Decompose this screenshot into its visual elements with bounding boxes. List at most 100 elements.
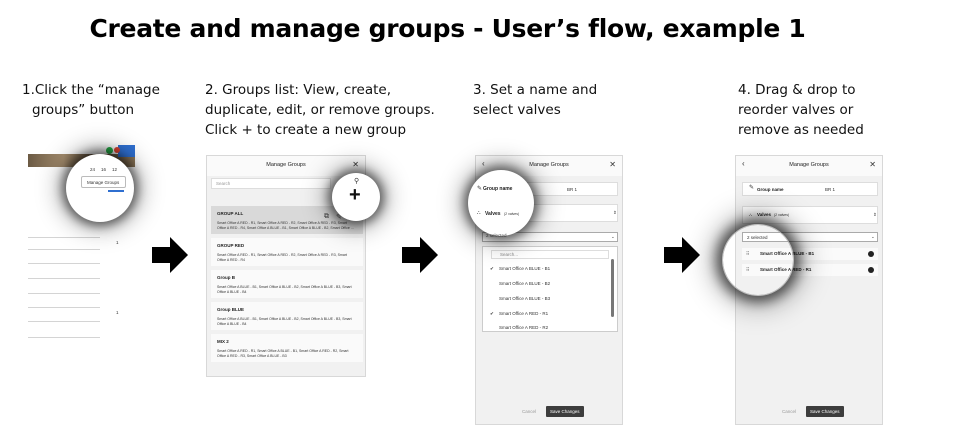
- group-desc-5b: Office A RED - R3, Smart Office A BLUE -…: [217, 354, 287, 358]
- group-name-4: Group BLUE: [217, 307, 244, 312]
- group-name-5: MIX 2: [217, 339, 229, 344]
- step-1-magnifier: 24 16 12 Manage Groups: [68, 156, 132, 220]
- sort-icon: ⇕: [873, 212, 877, 217]
- group-desc-5a: Smart Office A RED - R1, Smart Office A …: [217, 349, 349, 353]
- flow-arrow-1-icon: [152, 237, 188, 273]
- step-4-line-1: 4. Drag & drop to: [738, 82, 856, 98]
- flow-arrow-2-icon: [402, 237, 438, 273]
- row-counter: 1: [116, 240, 119, 245]
- step-2-line-1: 2. Groups list: View, create,: [205, 82, 392, 98]
- step-2-caption: 2. Groups list: View, create, duplicate,…: [205, 80, 435, 140]
- duplicate-icon[interactable]: ⧉: [324, 213, 329, 221]
- step-3-line-1: 3. Set a name and: [473, 82, 598, 98]
- valve-option-label-1: Smart Office A BLUE - B1: [499, 266, 551, 271]
- manage-groups-button[interactable]: Manage Groups: [81, 176, 126, 188]
- valve-option-1[interactable]: ✔ Smart Office A BLUE - B1: [483, 263, 613, 275]
- valves-count: (2 valves): [504, 212, 520, 216]
- step-1-line-1: 1.Click the “manage: [22, 82, 160, 98]
- check-icon: ✔: [490, 311, 494, 316]
- step-2-line-2: duplicate, edit, or remove groups.: [205, 102, 435, 118]
- reorder-header-title: Manage Groups: [789, 162, 829, 168]
- pen-icon: ✎: [749, 185, 755, 191]
- valve-option-label-5: Smart Office A RED - R2: [499, 325, 549, 330]
- flow-title: Create and manage groups - User’s flow, …: [89, 14, 806, 43]
- valves-label: Valves: [757, 212, 772, 217]
- sort-icon: ⇕: [613, 210, 617, 215]
- valve-option-5[interactable]: Smart Office A RED - R2: [483, 322, 613, 334]
- remove-icon[interactable]: [868, 251, 874, 257]
- save-changes-button[interactable]: Save Changes: [546, 406, 584, 417]
- step-4-magnifier: [723, 225, 793, 295]
- set-name-header-title: Manage Groups: [529, 162, 569, 168]
- manage-groups-label: Manage Groups: [87, 180, 120, 185]
- valves-icon: ⛬: [477, 210, 481, 216]
- remove-icon[interactable]: [868, 267, 874, 273]
- group-row-2[interactable]: GROUP RED Smart Office A RED - R1, Smart…: [211, 238, 363, 266]
- group-desc-1a: Smart Office A RED - R1, Smart Office A …: [217, 221, 347, 225]
- step-2-line-3: Click + to create a new group: [205, 122, 407, 138]
- cancel-button[interactable]: Cancel: [522, 409, 536, 414]
- close-icon[interactable]: ✕: [352, 160, 359, 169]
- group-row-3[interactable]: Group B Smart Office A BLUE - B1, Smart …: [211, 270, 363, 298]
- group-desc-2b: Office A RED - R4: [217, 258, 245, 262]
- status-dot-icon: [106, 147, 113, 154]
- step-1-caption: 1.Click the “manage groups” button: [22, 80, 160, 120]
- flow-arrow-3-icon: [664, 237, 700, 273]
- mag-small-value-1: 24: [90, 167, 96, 172]
- group-name-3: Group B: [217, 275, 235, 280]
- valves-search-placeholder: Search...: [500, 252, 519, 257]
- group-desc-2a: Smart Office A RED - R1, Smart Office A …: [217, 253, 347, 257]
- step-4-line-2: reorder valves or: [738, 102, 854, 118]
- edit-icon[interactable]: ✎: [336, 213, 342, 221]
- group-desc-1b: Office A RED - R4, Smart Office A BLUE -…: [217, 226, 354, 230]
- valves-search-input[interactable]: Search...: [491, 250, 609, 259]
- group-name-value: BR 1: [825, 187, 836, 192]
- alert-dot-icon: [114, 147, 120, 153]
- valves-icon: ⛬: [749, 212, 753, 217]
- valves-dropdown-list: Search... ✔ Smart Office A BLUE - B1 Sma…: [482, 246, 618, 332]
- chevron-down-icon: ⌄: [611, 234, 615, 239]
- group-name-1: GROUP ALL: [217, 211, 244, 216]
- mag-small-value-3: 12: [112, 167, 118, 172]
- valve-option-3[interactable]: Smart Office A BLUE - B3: [483, 293, 613, 305]
- valve-option-2[interactable]: Smart Office A BLUE - B2: [483, 278, 613, 290]
- group-name-field[interactable]: ✎ Group name BR 1: [742, 182, 878, 196]
- group-name-value: BR 1: [567, 187, 578, 192]
- valves-section[interactable]: ⛬ Valves (2 valves) ⇕: [742, 206, 878, 224]
- check-icon: ✔: [490, 266, 494, 271]
- pen-icon: ✎: [477, 186, 483, 192]
- valve-option-label-2: Smart Office A BLUE - B2: [499, 281, 551, 286]
- cancel-button[interactable]: Cancel: [782, 409, 796, 414]
- group-desc-3a: Smart Office A BLUE - B1, Smart Office A…: [217, 285, 352, 289]
- group-name-label: Group name: [757, 187, 784, 192]
- step-4-line-3: remove as needed: [738, 122, 864, 138]
- step-3-magnifier: Group name ✎ ⛬ Valves (2 valves): [470, 172, 532, 234]
- groups-search-placeholder: Search: [216, 181, 231, 186]
- group-desc-4b: Office A BLUE - B4: [217, 322, 247, 326]
- group-name-label: Group name: [483, 186, 513, 192]
- step-1-line-2: groups” button: [32, 102, 135, 118]
- selected-count: 2 selected: [486, 233, 507, 238]
- valve-option-label-3: Smart Office A BLUE - B3: [499, 296, 551, 301]
- valves-count: (2 valves): [774, 213, 790, 217]
- save-changes-label: Save Changes: [810, 409, 840, 414]
- group-row-5[interactable]: MIX 2 Smart Office A RED - R1, Smart Off…: [211, 334, 363, 362]
- group-row-4[interactable]: Group BLUE Smart Office A BLUE - B1, Sma…: [211, 302, 363, 330]
- step-3-caption: 3. Set a name and select valves: [473, 80, 597, 120]
- plus-icon[interactable]: +: [349, 185, 361, 205]
- close-icon[interactable]: ✕: [609, 160, 616, 169]
- group-desc-3b: Office A BLUE - B4: [217, 290, 247, 294]
- close-icon[interactable]: ✕: [869, 160, 876, 169]
- group-name-2: GROUP RED: [217, 243, 245, 248]
- save-changes-button[interactable]: Save Changes: [806, 406, 844, 417]
- groups-search-input[interactable]: Search: [211, 178, 331, 189]
- toolbar-blue-button[interactable]: [118, 145, 135, 157]
- valve-option-4[interactable]: ✔ Smart Office A RED - R1: [483, 308, 613, 320]
- step-4-caption: 4. Drag & drop to reorder valves or remo…: [738, 80, 864, 140]
- group-desc-4a: Smart Office A BLUE - B1, Smart Office A…: [217, 317, 352, 321]
- groups-header-title: Manage Groups: [266, 162, 306, 168]
- save-changes-label: Save Changes: [550, 409, 580, 414]
- step-3-line-2: select valves: [473, 102, 561, 118]
- mag-small-value-2: 16: [101, 167, 107, 172]
- valves-label: Valves: [485, 211, 501, 217]
